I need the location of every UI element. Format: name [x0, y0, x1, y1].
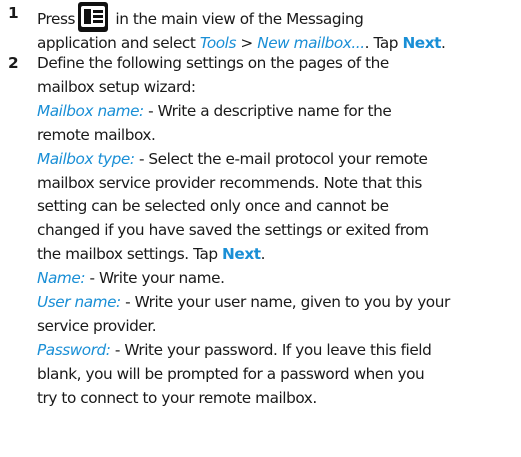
menu-key-icon [78, 2, 109, 32]
tools-menu-item: Tools [199, 34, 237, 52]
manual-page: 1 Press in the main view of the Messagin… [0, 0, 521, 457]
mailbox-type-desc-2: mailbox service provider recommends. Not… [37, 173, 422, 192]
next-label: Next [402, 34, 441, 52]
username-setting: User name: - Write your user name, given… [37, 293, 450, 312]
mailbox-type-label: Mailbox type: [37, 149, 135, 168]
mailbox-name-desc: remote mailbox. [37, 125, 156, 144]
step-2-intro-2: mailbox setup wizard: [37, 77, 196, 96]
mailbox-type-desc-4: changed if you have saved the settings o… [37, 221, 429, 240]
password-desc-2: blank, you will be prompted for a passwo… [37, 364, 425, 383]
name-setting: Name: - Write your name. [37, 269, 225, 288]
username-label: User name: [37, 293, 121, 312]
username-desc-2: service provider. [37, 316, 157, 335]
step-number: 2 [8, 54, 19, 72]
password-label: Password: [37, 340, 111, 359]
password-setting: Password: - Write your password. If you … [37, 340, 432, 359]
mailbox-type-desc-3: setting can be selected only once and ca… [37, 197, 389, 216]
step-1-line-1: Press in the main view of the Messaging [37, 2, 517, 32]
step-2-intro-1: Define the following settings on the pag… [37, 54, 389, 72]
password-desc-3: try to connect to your remote mailbox. [37, 388, 317, 407]
next-label: Next [222, 245, 261, 264]
name-label: Name: [37, 269, 86, 288]
step-2-text: Define the following settings on the pag… [37, 52, 517, 411]
new-mailbox-menu-item: New mailbox... [257, 34, 365, 52]
mailbox-type-desc-5: the mailbox settings. Tap Next. [37, 245, 266, 264]
mailbox-name-label: Mailbox name: [37, 101, 144, 120]
step-1-text: Press in the main view of the Messaging … [37, 2, 517, 56]
mailbox-type-setting: Mailbox type: - Select the e-mail protoc… [37, 149, 428, 168]
mailbox-name-setting: Mailbox name: - Write a descriptive name… [37, 101, 392, 120]
step-number: 1 [8, 4, 19, 22]
